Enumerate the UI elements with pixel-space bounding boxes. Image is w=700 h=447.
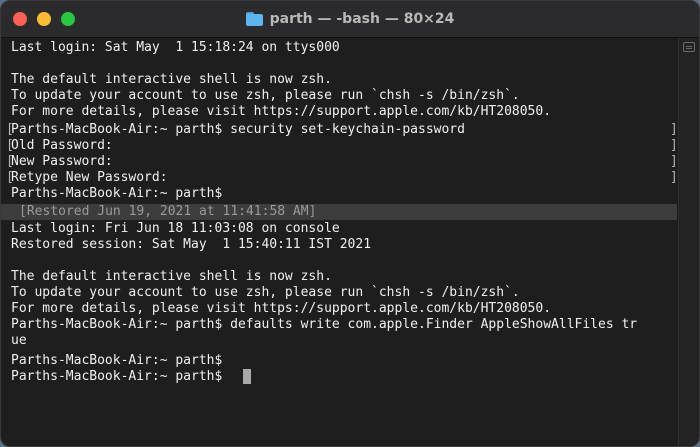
- terminal-line: Parths-MacBook-Air:~ parth$: [11, 369, 223, 384]
- terminal-line: The default interactive shell is now zsh…: [11, 72, 332, 87]
- mark-bracket-right: ]: [670, 138, 678, 153]
- terminal-line: The default interactive shell is now zsh…: [11, 269, 332, 284]
- mark-bracket-right: ]: [670, 122, 678, 137]
- terminal-line: Last login: Fri Jun 18 11:03:08 on conso…: [11, 221, 340, 236]
- terminal-line: New Password:: [11, 154, 113, 169]
- window-title: parth — -bash — 80×24: [269, 11, 455, 27]
- terminal-line: For more details, please visit https://s…: [11, 301, 552, 316]
- mark-bracket-right: ]: [670, 170, 678, 185]
- window-title-wrap: parth — -bash — 80×24: [1, 1, 699, 37]
- terminal-line: ue: [11, 333, 27, 348]
- terminal-line: Retype New Password:: [11, 170, 168, 185]
- terminal-line: To update your account to use zsh, pleas…: [11, 285, 520, 300]
- restored-session-marker: [Restored Jun 19, 2021 at 11:41:58 AM]: [19, 204, 317, 219]
- text-cursor: [243, 369, 251, 384]
- terminal-window: parth — -bash — 80×24 Last login: Sat Ma…: [0, 0, 700, 447]
- terminal-line: For more details, please visit https://s…: [11, 104, 552, 119]
- terminal-line: To update your account to use zsh, pleas…: [11, 88, 520, 103]
- terminal-line: Parths-MacBook-Air:~ parth$ defaults wri…: [11, 317, 638, 332]
- terminal-line: Old Password:: [11, 138, 113, 153]
- mark-bracket-right: ]: [670, 154, 678, 169]
- split-pane-icon[interactable]: [683, 42, 695, 52]
- terminal-line: Restored session: Sat May 1 15:40:11 IST…: [11, 237, 372, 252]
- title-bar[interactable]: parth — -bash — 80×24: [1, 1, 699, 38]
- terminal-line: Parths-MacBook-Air:~ parth$: [11, 353, 223, 368]
- terminal-content[interactable]: Last login: Sat May 1 15:18:24 on ttys00…: [1, 38, 678, 446]
- scrollbar[interactable]: [678, 38, 699, 446]
- folder-icon: [245, 12, 263, 26]
- terminal-line: Parths-MacBook-Air:~ parth$ security set…: [11, 122, 465, 137]
- terminal-line: Last login: Sat May 1 15:18:24 on ttys00…: [11, 40, 340, 55]
- terminal-line: Parths-MacBook-Air:~ parth$: [11, 186, 223, 201]
